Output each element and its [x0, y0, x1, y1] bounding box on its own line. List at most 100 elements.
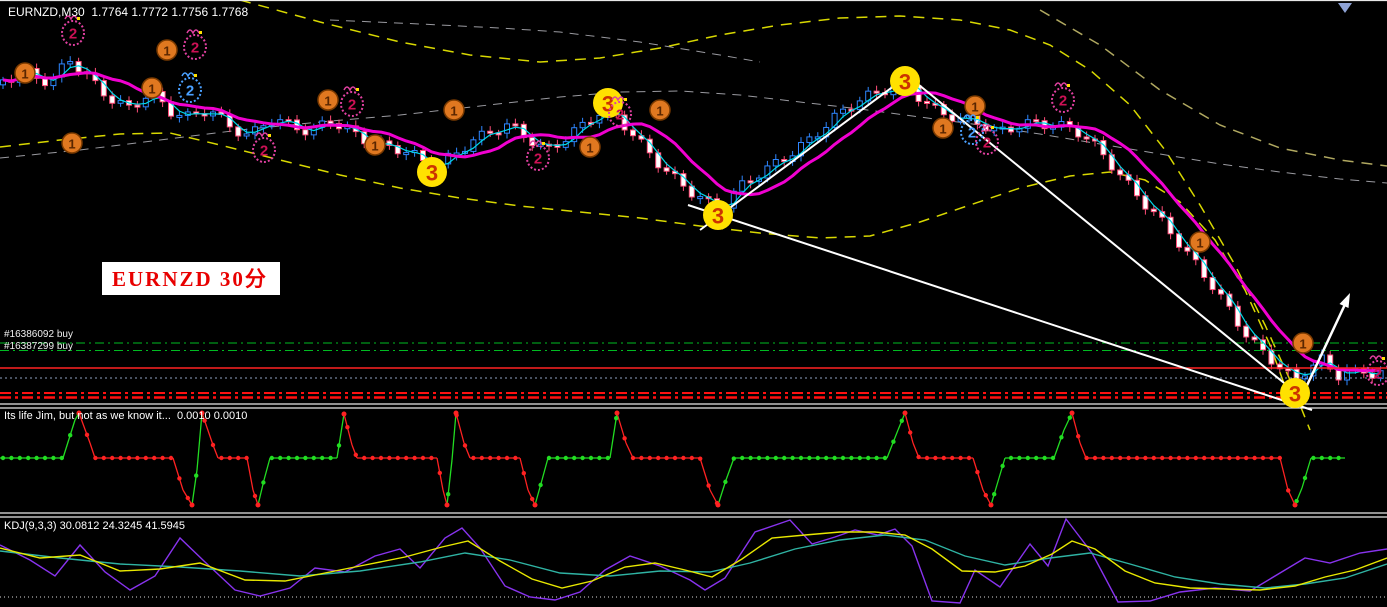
- wave2-dot[interactable]: [1382, 357, 1385, 360]
- zigzag-segment: [196, 412, 203, 471]
- wave3-digit[interactable]: 3: [899, 70, 911, 95]
- zigzag-dot: [34, 455, 39, 461]
- zigzag-dot: [756, 455, 762, 461]
- candle-body: [1243, 325, 1250, 338]
- wave2-dot[interactable]: [991, 126, 994, 129]
- zigzag-dot: [689, 455, 694, 461]
- wave2-digit[interactable]: 2: [983, 135, 991, 152]
- wave2-dot[interactable]: [77, 17, 80, 20]
- wave2-crown[interactable]: [343, 86, 357, 92]
- wave1-digit[interactable]: 1: [148, 82, 155, 97]
- candle-body: [772, 159, 779, 167]
- candle-body: [176, 114, 183, 118]
- zigzag-dot: [546, 455, 552, 461]
- zigzag-dot: [177, 476, 182, 481]
- wave2-dot[interactable]: [199, 31, 202, 34]
- wave2-dot[interactable]: [542, 142, 545, 145]
- zigzag-segment: [1079, 442, 1087, 459]
- zigzag-dot: [1210, 455, 1215, 461]
- zigzag-dot: [303, 455, 308, 461]
- chart-canvas[interactable]: 33333111111111111122222222222: [0, 0, 1387, 607]
- trendline[interactable]: [907, 75, 1301, 397]
- wave2-digit[interactable]: 2: [1374, 366, 1382, 383]
- wave1-digit[interactable]: 1: [586, 141, 593, 156]
- wave2-digit[interactable]: 2: [616, 107, 624, 124]
- wave2-dot[interactable]: [356, 88, 359, 91]
- zigzag-dot: [798, 455, 804, 461]
- wave2-digit[interactable]: 2: [1059, 93, 1067, 110]
- zigzag-extremum-dot: [453, 410, 459, 416]
- zigzag-segment: [201, 412, 214, 446]
- zigzag-dot: [1050, 455, 1056, 461]
- zigzag-dot: [857, 455, 862, 461]
- zigzag-extremum-dot: [189, 502, 195, 508]
- wave-markers[interactable]: 33333111111111111122222222222: [14, 15, 1387, 408]
- wave3-digit[interactable]: 3: [602, 92, 614, 117]
- wave2-digit[interactable]: 2: [191, 40, 199, 57]
- zigzag-dot: [1168, 455, 1173, 461]
- wave2-dot[interactable]: [1067, 84, 1070, 87]
- candle-body: [747, 180, 754, 184]
- zigzag-dot: [698, 456, 703, 461]
- wave3-digit[interactable]: 3: [1289, 382, 1301, 407]
- trendline[interactable]: [687, 204, 1313, 411]
- zigzag-extremum-dot: [988, 502, 994, 508]
- zigzag-dot: [933, 455, 938, 461]
- wave1-digit[interactable]: 1: [371, 139, 378, 154]
- zigzag-dot: [252, 493, 258, 499]
- zigzag-dot: [42, 455, 48, 461]
- wave1-digit[interactable]: 1: [163, 44, 170, 59]
- wave2-crown[interactable]: [1369, 355, 1383, 361]
- zigzag-dot: [152, 455, 157, 461]
- zigzag-dot: [622, 436, 627, 441]
- wave3-digit[interactable]: 3: [712, 204, 724, 229]
- zigzag-dot: [51, 455, 56, 461]
- wave1-digit[interactable]: 1: [656, 104, 663, 119]
- wave1-digit[interactable]: 1: [21, 67, 28, 82]
- zigzag-dot: [555, 455, 560, 461]
- zigzag-dot: [891, 439, 896, 444]
- zigzag-dot: [1176, 455, 1182, 461]
- wave2-crown[interactable]: [186, 29, 200, 35]
- zigzag-segment: [455, 412, 465, 444]
- wave1-digit[interactable]: 1: [939, 122, 946, 137]
- zigzag-dot: [765, 455, 770, 461]
- candle-body: [579, 121, 586, 129]
- wave2-dot[interactable]: [976, 116, 979, 119]
- zigzag-dot: [126, 455, 132, 461]
- wave2-digit[interactable]: 2: [968, 125, 976, 142]
- candle-body: [1150, 208, 1157, 213]
- zigzag-extremum-dot: [444, 502, 450, 508]
- wave2-crown[interactable]: [181, 72, 195, 78]
- wave2-dot[interactable]: [268, 134, 271, 137]
- zigzag-dot: [219, 455, 224, 461]
- zigzag-dot: [395, 455, 400, 461]
- order-lines[interactable]: [0, 342, 1387, 399]
- wave2-digit[interactable]: 2: [69, 26, 77, 43]
- trendline[interactable]: [699, 73, 911, 231]
- wave1-digit[interactable]: 1: [68, 137, 75, 152]
- wave1-digit[interactable]: 1: [971, 100, 978, 115]
- wave2-digit[interactable]: 2: [348, 97, 356, 114]
- wave2-crown[interactable]: [64, 15, 78, 21]
- wave2-digit[interactable]: 2: [534, 151, 542, 168]
- zigzag-dot: [840, 455, 846, 461]
- wave1-digit[interactable]: 1: [1196, 236, 1203, 251]
- candle-body: [243, 133, 250, 137]
- wave1-digit[interactable]: 1: [324, 94, 331, 109]
- wave2-digit[interactable]: 2: [260, 143, 268, 160]
- panel-separators: [0, 0, 1387, 518]
- wave3-digit[interactable]: 3: [426, 161, 438, 186]
- wave2-dot[interactable]: [194, 74, 197, 77]
- arrow-head[interactable]: [1339, 293, 1351, 308]
- wave2-crown[interactable]: [1054, 82, 1068, 88]
- zigzag-dot: [1092, 455, 1098, 461]
- wave2-dot[interactable]: [624, 98, 627, 101]
- wave1-digit[interactable]: 1: [450, 104, 457, 119]
- zigzag-dot: [706, 483, 711, 488]
- wave2-digit[interactable]: 2: [186, 83, 194, 100]
- zigzag-dot: [1017, 455, 1022, 461]
- wave2-crown[interactable]: [255, 132, 269, 138]
- zigzag-dot: [1076, 434, 1081, 439]
- wave1-digit[interactable]: 1: [1299, 337, 1306, 352]
